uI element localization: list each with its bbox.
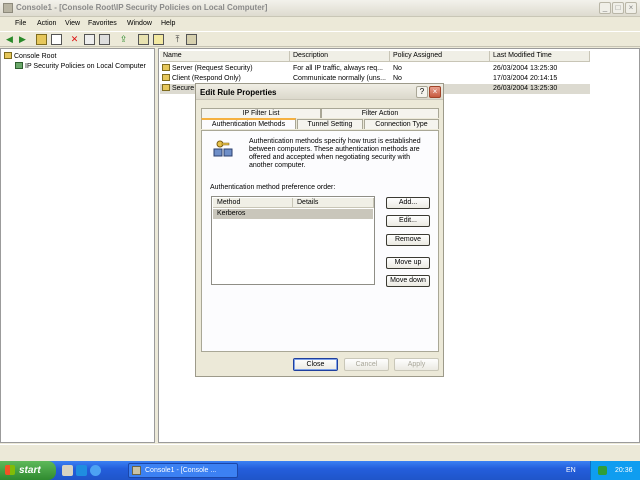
back-arrow-icon[interactable]: ◀ — [4, 34, 15, 45]
close-button[interactable]: Close — [293, 358, 338, 371]
windows-flag-icon — [5, 465, 15, 475]
console-app-icon — [3, 3, 13, 13]
dialog-close-button[interactable]: × — [429, 86, 441, 98]
folder-icon — [4, 52, 12, 59]
console-app-icon — [132, 466, 141, 475]
move-down-button[interactable]: Move down — [386, 275, 430, 287]
network-icon[interactable] — [598, 466, 607, 475]
policy-icon — [162, 84, 170, 91]
add-button[interactable]: Add... — [386, 197, 430, 209]
col-header-name[interactable]: Name — [160, 51, 290, 62]
internet-explorer-icon[interactable] — [90, 465, 101, 476]
language-indicator[interactable]: EN — [566, 461, 576, 480]
tab-authentication-methods[interactable]: Authentication Methods — [201, 118, 296, 129]
edit-button[interactable]: Edit... — [386, 215, 430, 227]
row-description: For all IP traffic, always req... — [293, 65, 383, 72]
menu-window[interactable]: Window — [127, 20, 152, 27]
table-row[interactable]: Server (Request Security) For all IP tra… — [160, 64, 590, 74]
toolbar: ◀ ▶ ✕ ⇪ ⤒ — [0, 31, 640, 47]
remove-button[interactable]: Remove — [386, 234, 430, 246]
policy-icon — [162, 74, 170, 81]
row-name: Client (Respond Only) — [172, 75, 241, 82]
menu-help[interactable]: Help — [161, 20, 175, 27]
minimize-button[interactable]: _ — [599, 2, 611, 14]
security-policy-icon — [15, 62, 23, 69]
task-label: Console1 - [Console ... — [145, 467, 217, 474]
status-bar — [0, 444, 640, 461]
menu-file[interactable]: File — [15, 20, 26, 27]
close-window-button[interactable]: × — [625, 2, 637, 14]
menu-view[interactable]: View — [65, 20, 80, 27]
console-tree: Console Root IP Security Policies on Loc… — [0, 48, 155, 443]
tree-item-ip-security[interactable]: IP Security Policies on Local Computer — [15, 62, 146, 70]
row-modified: 17/03/2004 20:14:15 — [493, 75, 558, 82]
row-modified: 26/03/2004 13:25:30 — [493, 85, 558, 92]
system-tray: 20:36 — [590, 461, 640, 480]
authentication-methods-list[interactable]: Method Details Kerberos — [211, 196, 375, 285]
cancel-button[interactable]: Cancel — [344, 358, 389, 371]
window-title: Console1 - [Console Root\IP Security Pol… — [16, 3, 268, 12]
col-header-description[interactable]: Description — [290, 51, 390, 62]
col-header-policy-assigned[interactable]: Policy Assigned — [390, 51, 490, 62]
menu-favorites[interactable]: Favorites — [88, 20, 117, 27]
forward-arrow-icon[interactable]: ▶ — [17, 34, 28, 45]
media-player-icon[interactable] — [76, 465, 87, 476]
policy-icon — [162, 64, 170, 71]
clock[interactable]: 20:36 — [615, 461, 633, 480]
window-titlebar: Console1 - [Console Root\IP Security Pol… — [0, 0, 640, 17]
tree-item-console-root[interactable]: Console Root — [4, 52, 56, 60]
tab-connection-type[interactable]: Connection Type — [364, 119, 439, 129]
refresh-icon[interactable] — [99, 34, 110, 45]
export-list-icon[interactable]: ⇪ — [118, 34, 129, 45]
tab-tunnel-setting[interactable]: Tunnel Setting — [297, 119, 363, 129]
policy-add-icon[interactable] — [153, 34, 164, 45]
move-up-button[interactable]: Move up — [386, 257, 430, 269]
tree-child-label: IP Security Policies on Local Computer — [25, 63, 146, 70]
manage-filters-icon[interactable]: ⤒ — [172, 34, 183, 45]
preference-order-label: Authentication method preference order: — [210, 184, 336, 191]
show-hide-tree-icon[interactable] — [51, 34, 62, 45]
row-assigned: No — [393, 65, 402, 72]
show-desktop-icon[interactable] — [62, 465, 73, 476]
start-label: start — [19, 465, 41, 476]
delete-icon[interactable]: ✕ — [69, 34, 80, 45]
start-button[interactable]: start — [0, 461, 56, 480]
tab-ip-filter-list[interactable]: IP Filter List — [201, 108, 321, 118]
authentication-key-icon — [213, 140, 233, 157]
taskbar: start Console1 - [Console ... EN 20:36 — [0, 461, 640, 480]
row-name: Server (Request Security) — [172, 65, 253, 72]
col-header-details[interactable]: Details — [293, 198, 374, 208]
help-book-icon[interactable] — [138, 34, 149, 45]
properties-icon[interactable] — [84, 34, 95, 45]
list-item[interactable]: Kerberos — [213, 209, 373, 219]
tab-filter-action[interactable]: Filter Action — [321, 108, 439, 118]
col-header-method[interactable]: Method — [213, 198, 293, 208]
authentication-tab-panel: Authentication methods specify how trust… — [201, 130, 439, 352]
tree-root-label: Console Root — [14, 53, 57, 60]
authentication-description: Authentication methods specify how trust… — [249, 138, 421, 169]
menu-action[interactable]: Action — [37, 20, 56, 27]
col-header-last-modified[interactable]: Last Modified Time — [490, 51, 590, 62]
dialog-title: Edit Rule Properties — [200, 88, 277, 97]
up-folder-icon[interactable] — [36, 34, 47, 45]
menu-bar: File Action View Favorites Window Help — [0, 18, 640, 31]
apply-button[interactable]: Apply — [394, 358, 439, 371]
dialog-titlebar: Edit Rule Properties ? × — [196, 84, 443, 100]
help-button[interactable]: ? — [416, 86, 428, 98]
assign-policy-icon[interactable] — [186, 34, 197, 45]
taskbar-item-console[interactable]: Console1 - [Console ... — [128, 463, 238, 478]
edit-rule-properties-dialog: Edit Rule Properties ? × IP Filter List … — [195, 83, 444, 377]
row-modified: 26/03/2004 13:25:30 — [493, 65, 558, 72]
maximize-button[interactable]: □ — [612, 2, 624, 14]
